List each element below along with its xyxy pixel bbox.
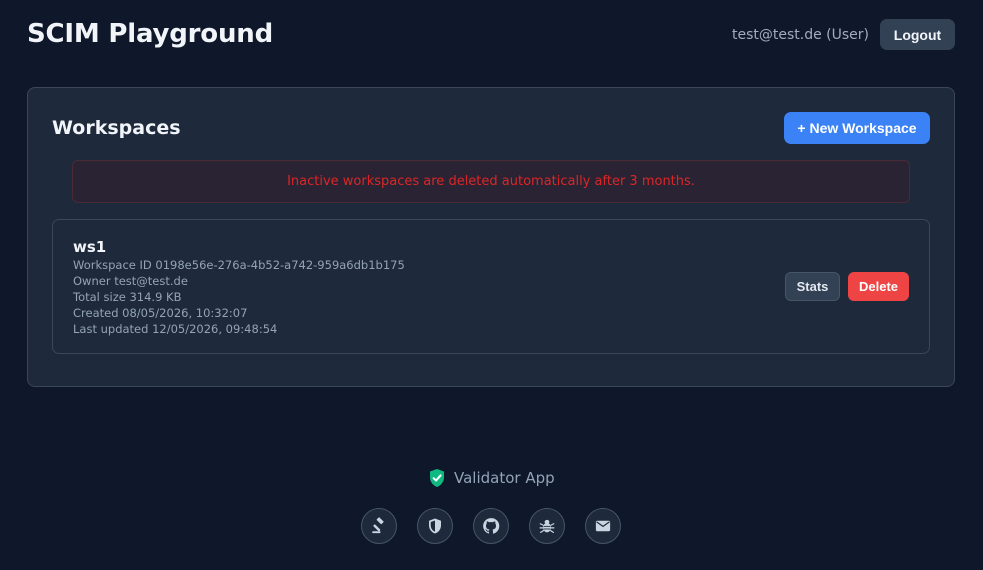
current-user-label: test@test.de (User): [731, 27, 869, 43]
workspace-name: ws1: [73, 238, 107, 256]
gavel-icon: [372, 517, 384, 534]
shield-icon: [429, 518, 441, 534]
workspace-owner: Owner test@test.de: [73, 274, 188, 288]
stats-button[interactable]: Stats: [785, 272, 840, 301]
delete-button[interactable]: Delete: [848, 272, 909, 301]
github-link[interactable]: [473, 508, 509, 544]
validator-app-link[interactable]: Validator App: [428, 466, 555, 490]
workspace-card: ws1 Workspace ID 0198e56e-276a-4b52-a742…: [52, 219, 930, 354]
new-workspace-button[interactable]: + New Workspace: [784, 112, 930, 144]
validator-app-label: Validator App: [454, 469, 555, 487]
workspace-id: Workspace ID 0198e56e-276a-4b52-a742-959…: [73, 258, 405, 272]
validator-shield-icon: [430, 469, 444, 487]
workspace-created: Created 08/05/2026, 10:32:07: [73, 306, 248, 320]
deletion-notice: Inactive workspaces are deleted automati…: [72, 160, 910, 203]
report-bug-link[interactable]: [529, 508, 565, 544]
workspaces-panel: Workspaces + New Workspace Inactive work…: [27, 87, 955, 387]
contact-email-link[interactable]: [585, 508, 621, 544]
workspace-details: Workspace ID 0198e56e-276a-4b52-a742-959…: [73, 257, 405, 337]
workspace-size: Total size 314.9 KB: [73, 290, 182, 304]
bug-icon: [539, 519, 555, 533]
privacy-link[interactable]: [417, 508, 453, 544]
logout-button[interactable]: Logout: [880, 19, 955, 50]
legal-link[interactable]: [361, 508, 397, 544]
github-icon: [483, 518, 500, 534]
footer-icon-bar: [361, 508, 621, 544]
page: SCIM Playground test@test.de (User) Logo…: [0, 0, 983, 570]
workspace-updated: Last updated 12/05/2026, 09:48:54: [73, 322, 278, 336]
header: SCIM Playground test@test.de (User) Logo…: [27, 18, 955, 50]
app-title: SCIM Playground: [27, 19, 273, 49]
workspaces-title: Workspaces: [52, 117, 181, 139]
mail-icon: [595, 520, 611, 532]
